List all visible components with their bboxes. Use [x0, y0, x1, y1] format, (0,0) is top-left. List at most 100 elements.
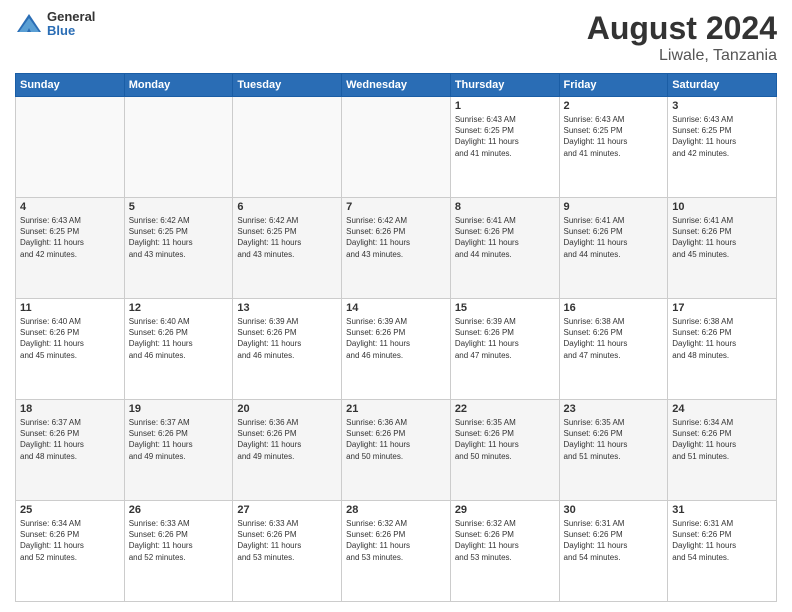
page: General Blue August 2024 Liwale, Tanzani…: [0, 0, 792, 612]
day-number: 29: [455, 504, 555, 516]
header-saturday: Saturday: [668, 74, 777, 97]
day-number: 3: [672, 100, 772, 112]
table-row: 10Sunrise: 6:41 AMSunset: 6:26 PMDayligh…: [668, 198, 777, 299]
day-info: Sunrise: 6:41 AMSunset: 6:26 PMDaylight:…: [564, 215, 664, 260]
day-number: 23: [564, 403, 664, 415]
day-info: Sunrise: 6:34 AMSunset: 6:26 PMDaylight:…: [672, 417, 772, 462]
header-tuesday: Tuesday: [233, 74, 342, 97]
logo-text: General Blue: [47, 10, 95, 39]
day-number: 11: [20, 302, 120, 314]
day-number: 25: [20, 504, 120, 516]
header-wednesday: Wednesday: [342, 74, 451, 97]
table-row: 29 Sunrise: 6:32 AMSunset: 6:26 PMDayligh…: [450, 501, 559, 602]
day-number: 16: [564, 302, 664, 314]
day-info: Sunrise: 6:34 AMSunset: 6:26 PMDaylight:…: [20, 518, 120, 563]
day-info: Sunrise: 6:33 AMSunset: 6:26 PMDaylight:…: [237, 518, 337, 563]
day-number: 14: [346, 302, 446, 314]
day-info: Sunrise: 6:36 AMSunset: 6:26 PMDaylight:…: [346, 417, 446, 462]
day-number: 31: [672, 504, 772, 516]
table-row: [16, 97, 125, 198]
table-row: 7 Sunrise: 6:42 AMSunset: 6:26 PMDaylight…: [342, 198, 451, 299]
day-info: Sunrise: 6:36 AMSunset: 6:26 PMDaylight:…: [237, 417, 337, 462]
calendar-week-row: 18Sunrise: 6:37 AMSunset: 6:26 PMDayligh…: [16, 400, 777, 501]
table-row: 15 Sunrise: 6:39 AMSunset: 6:26 PMDayligh…: [450, 299, 559, 400]
day-number: 26: [129, 504, 229, 516]
table-row: 24 Sunrise: 6:34 AMSunset: 6:26 PMDayligh…: [668, 400, 777, 501]
day-info: Sunrise: 6:39 AMSunset: 6:26 PMDaylight:…: [346, 316, 446, 361]
day-info: Sunrise: 6:40 AMSunset: 6:26 PMDaylight:…: [20, 316, 120, 361]
day-info: Sunrise: 6:40 AMSunset: 6:26 PMDaylight:…: [129, 316, 229, 361]
table-row: 25 Sunrise: 6:34 AMSunset: 6:26 PMDayligh…: [16, 501, 125, 602]
calendar-week-row: 25 Sunrise: 6:34 AMSunset: 6:26 PMDayligh…: [16, 501, 777, 602]
day-number: 24: [672, 403, 772, 415]
day-number: 5: [129, 201, 229, 213]
table-row: 4 Sunrise: 6:43 AMSunset: 6:25 PMDaylight…: [16, 198, 125, 299]
day-number: 1: [455, 100, 555, 112]
day-number: 10: [672, 201, 772, 213]
table-row: 31Sunrise: 6:31 AMSunset: 6:26 PMDayligh…: [668, 501, 777, 602]
title-month: August 2024: [587, 10, 777, 47]
day-number: 21: [346, 403, 446, 415]
logo: General Blue: [15, 10, 95, 39]
table-row: 12 Sunrise: 6:40 AMSunset: 6:26 PMDayligh…: [124, 299, 233, 400]
logo-icon: [15, 10, 43, 38]
table-row: 26 Sunrise: 6:33 AMSunset: 6:26 PMDayligh…: [124, 501, 233, 602]
table-row: [233, 97, 342, 198]
day-info: Sunrise: 6:37 AMSunset: 6:26 PMDaylight:…: [20, 417, 120, 462]
table-row: 30Sunrise: 6:31 AMSunset: 6:26 PMDayligh…: [559, 501, 668, 602]
day-info: Sunrise: 6:35 AMSunset: 6:26 PMDaylight:…: [455, 417, 555, 462]
day-info: Sunrise: 6:42 AMSunset: 6:26 PMDaylight:…: [346, 215, 446, 260]
day-info: Sunrise: 6:35 AMSunset: 6:26 PMDaylight:…: [564, 417, 664, 462]
day-number: 12: [129, 302, 229, 314]
header-monday: Monday: [124, 74, 233, 97]
table-row: 22Sunrise: 6:35 AMSunset: 6:26 PMDayligh…: [450, 400, 559, 501]
table-row: 3 Sunrise: 6:43 AMSunset: 6:25 PMDaylight…: [668, 97, 777, 198]
day-number: 7: [346, 201, 446, 213]
day-info: Sunrise: 6:37 AMSunset: 6:26 PMDaylight:…: [129, 417, 229, 462]
table-row: 1Sunrise: 6:43 AMSunset: 6:25 PMDaylight…: [450, 97, 559, 198]
title-block: August 2024 Liwale, Tanzania: [587, 10, 777, 65]
day-number: 15: [455, 302, 555, 314]
table-row: 27 Sunrise: 6:33 AMSunset: 6:26 PMDayligh…: [233, 501, 342, 602]
day-info: Sunrise: 6:43 AMSunset: 6:25 PMDaylight:…: [672, 114, 772, 159]
table-row: 17 Sunrise: 6:38 AMSunset: 6:26 PMDayligh…: [668, 299, 777, 400]
table-row: 2Sunrise: 6:43 AMSunset: 6:25 PMDaylight…: [559, 97, 668, 198]
table-row: 28Sunrise: 6:32 AMSunset: 6:26 PMDayligh…: [342, 501, 451, 602]
title-location: Liwale, Tanzania: [587, 47, 777, 65]
table-row: 6Sunrise: 6:42 AMSunset: 6:25 PMDaylight…: [233, 198, 342, 299]
table-row: 23 Sunrise: 6:35 AMSunset: 6:26 PMDayligh…: [559, 400, 668, 501]
day-number: 27: [237, 504, 337, 516]
calendar-week-row: 1 Sunrise: 6:43 AMSunset: 6:25 PMDaylight…: [16, 97, 777, 198]
day-number: 28: [346, 504, 446, 516]
table-row: 11 Sunrise: 6:40 AMSunset: 6:26 PMDayligh…: [16, 299, 125, 400]
day-number: 8: [455, 201, 555, 213]
table-row: 18Sunrise: 6:37 AMSunset: 6:26 PMDayligh…: [16, 400, 125, 501]
day-info: Sunrise: 6:39 AMSunset: 6:26 PMDaylight:…: [237, 316, 337, 361]
header-sunday: Sunday: [16, 74, 125, 97]
calendar-table: Sunday Monday Tuesday Wednesday Thursday…: [15, 73, 777, 602]
day-info: Sunrise: 6:32 AMSunset: 6:26 PMDaylight:…: [455, 518, 555, 563]
table-row: 13 Sunrise: 6:39 AMSunset: 6:26 PMDayligh…: [233, 299, 342, 400]
day-number: 20: [237, 403, 337, 415]
table-row: 19 Sunrise: 6:37 AMSunset: 6:26 PMDayligh…: [124, 400, 233, 501]
table-row: 21 Sunrise: 6:36 AMSunset: 6:26 PMDayligh…: [342, 400, 451, 501]
day-number: 4: [20, 201, 120, 213]
day-number: 19: [129, 403, 229, 415]
calendar-week-row: 11 Sunrise: 6:40 AMSunset: 6:26 PMDayligh…: [16, 299, 777, 400]
day-info: Sunrise: 6:33 AMSunset: 6:26 PMDaylight:…: [129, 518, 229, 563]
table-row: [342, 97, 451, 198]
day-info: Sunrise: 6:43 AMSunset: 6:25 PMDaylight:…: [564, 114, 664, 159]
day-number: 9: [564, 201, 664, 213]
day-info: Sunrise: 6:42 AMSunset: 6:25 PMDaylight:…: [237, 215, 337, 260]
table-row: 16Sunrise: 6:38 AMSunset: 6:26 PMDayligh…: [559, 299, 668, 400]
day-info: Sunrise: 6:43 AMSunset: 6:25 PMDaylight:…: [20, 215, 120, 260]
day-info: Sunrise: 6:38 AMSunset: 6:26 PMDaylight:…: [672, 316, 772, 361]
table-row: 14 Sunrise: 6:39 AMSunset: 6:26 PMDayligh…: [342, 299, 451, 400]
day-number: 17: [672, 302, 772, 314]
table-row: [124, 97, 233, 198]
day-info: Sunrise: 6:39 AMSunset: 6:26 PMDaylight:…: [455, 316, 555, 361]
header-friday: Friday: [559, 74, 668, 97]
day-number: 13: [237, 302, 337, 314]
day-info: Sunrise: 6:31 AMSunset: 6:26 PMDaylight:…: [564, 518, 664, 563]
table-row: 8Sunrise: 6:41 AMSunset: 6:26 PMDaylight…: [450, 198, 559, 299]
